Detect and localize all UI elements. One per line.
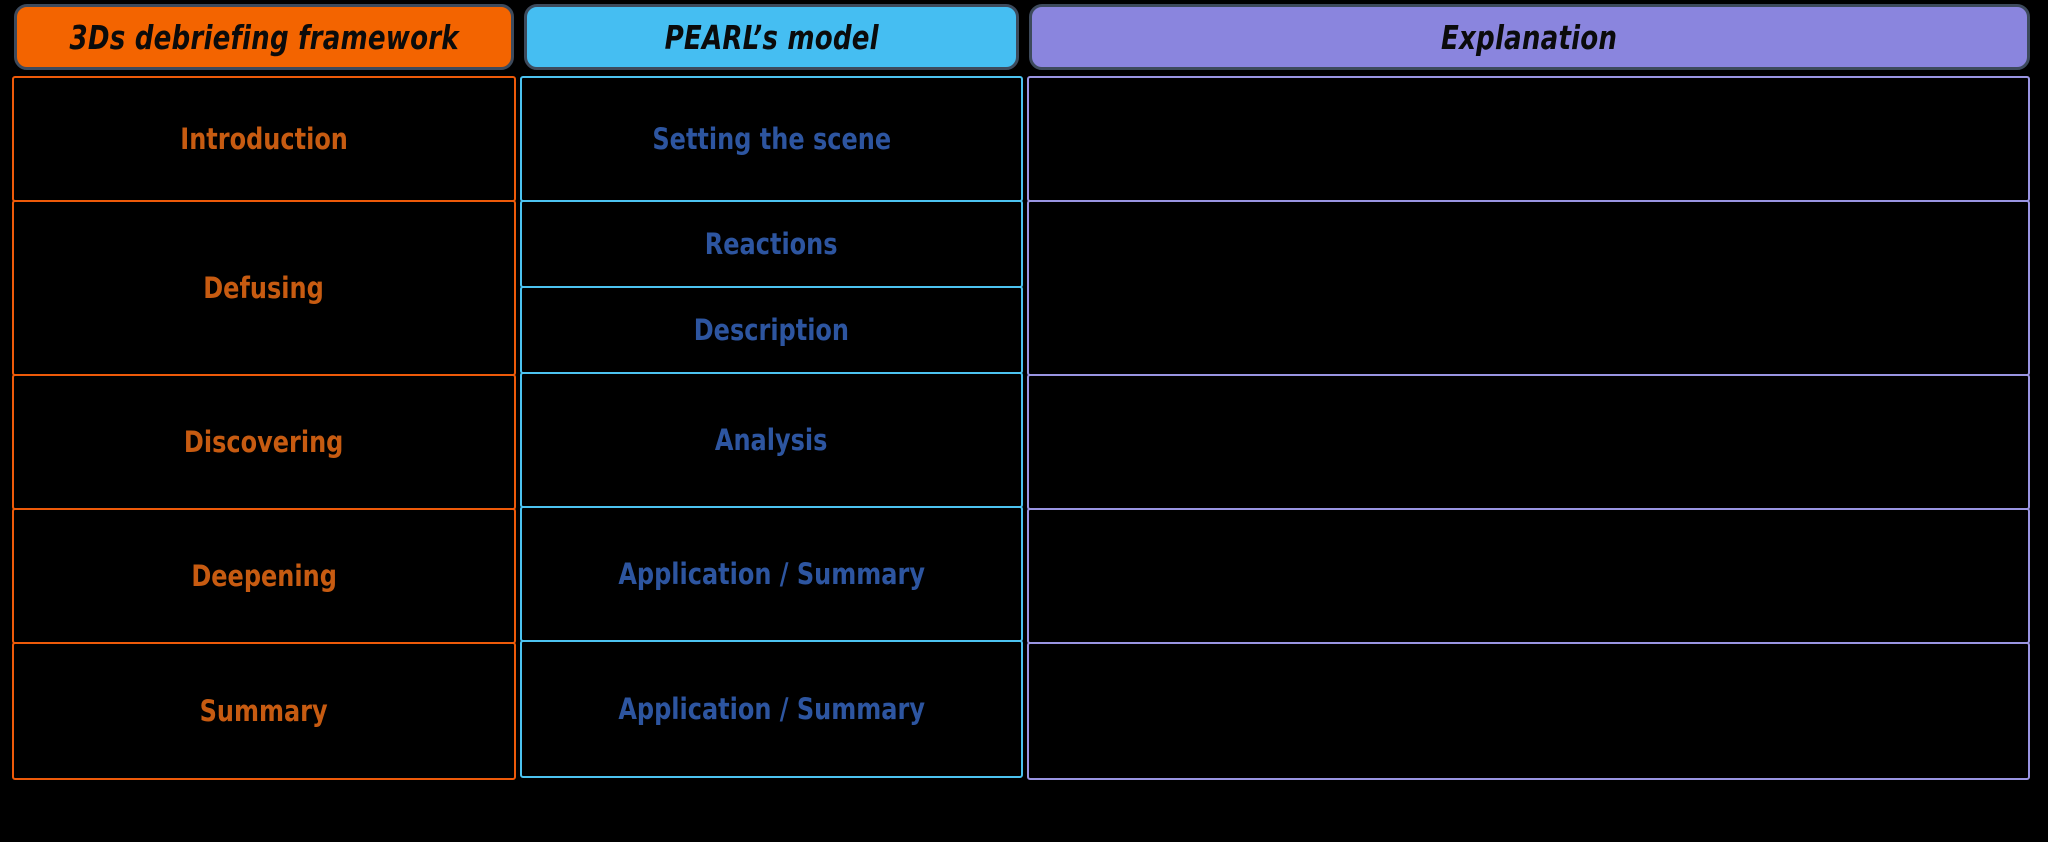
cell-pearl-analysis: Analysis xyxy=(520,372,1023,508)
cell-framework-defusing-label: Defusing xyxy=(203,271,325,305)
cell-pearl-description: Description xyxy=(520,286,1023,374)
cell-explanation-discovering xyxy=(1027,374,2030,510)
column-header-3ds-framework: 3Ds debriefing framework xyxy=(14,4,514,70)
cell-pearl-application-summary-deepening-label: Application / Summary xyxy=(618,557,925,591)
column-header-explanation: Explanation xyxy=(1029,4,2030,70)
column-header-explanation-label: Explanation xyxy=(1441,17,1618,57)
cell-framework-summary-label: Summary xyxy=(199,694,329,728)
cell-explanation-defusing xyxy=(1027,200,2030,376)
table-body: Introduction Defusing Discovering Deepen… xyxy=(12,76,2030,834)
cell-pearl-analysis-label: Analysis xyxy=(715,423,828,457)
cell-framework-defusing: Defusing xyxy=(12,200,516,376)
column-header-3ds-framework-label: 3Ds debriefing framework xyxy=(69,17,459,57)
cell-framework-summary: Summary xyxy=(12,642,516,780)
cell-framework-introduction-label: Introduction xyxy=(180,122,348,156)
cell-explanation-introduction xyxy=(1027,76,2030,202)
column-3ds-framework: Introduction Defusing Discovering Deepen… xyxy=(12,76,516,834)
cell-pearl-application-summary-summary-label: Application / Summary xyxy=(618,692,925,726)
cell-pearl-setting-the-scene-label: Setting the scene xyxy=(652,122,891,156)
cell-framework-deepening-label: Deepening xyxy=(191,559,337,593)
cell-pearl-reactions-label: Reactions xyxy=(705,227,838,261)
table-header-row: 3Ds debriefing framework PEARL’s model E… xyxy=(0,0,2048,74)
cell-framework-introduction: Introduction xyxy=(12,76,516,202)
column-header-pearl-model-label: PEARL’s model xyxy=(664,17,879,57)
cell-pearl-description-label: Description xyxy=(693,313,850,347)
cell-framework-discovering: Discovering xyxy=(12,374,516,510)
cell-pearl-setting-the-scene: Setting the scene xyxy=(520,76,1023,202)
cell-framework-discovering-label: Discovering xyxy=(184,425,344,459)
cell-explanation-deepening xyxy=(1027,508,2030,644)
cell-pearl-application-summary-deepening: Application / Summary xyxy=(520,506,1023,642)
column-explanation xyxy=(1027,76,2030,834)
cell-framework-deepening: Deepening xyxy=(12,508,516,644)
column-header-pearl-model: PEARL’s model xyxy=(524,4,1019,70)
cell-pearl-reactions: Reactions xyxy=(520,200,1023,288)
comparison-table: 3Ds debriefing framework PEARL’s model E… xyxy=(0,0,2048,842)
cell-explanation-summary xyxy=(1027,642,2030,780)
cell-pearl-application-summary-summary: Application / Summary xyxy=(520,640,1023,778)
column-pearl-model: Setting the scene Reactions Description … xyxy=(520,76,1023,834)
